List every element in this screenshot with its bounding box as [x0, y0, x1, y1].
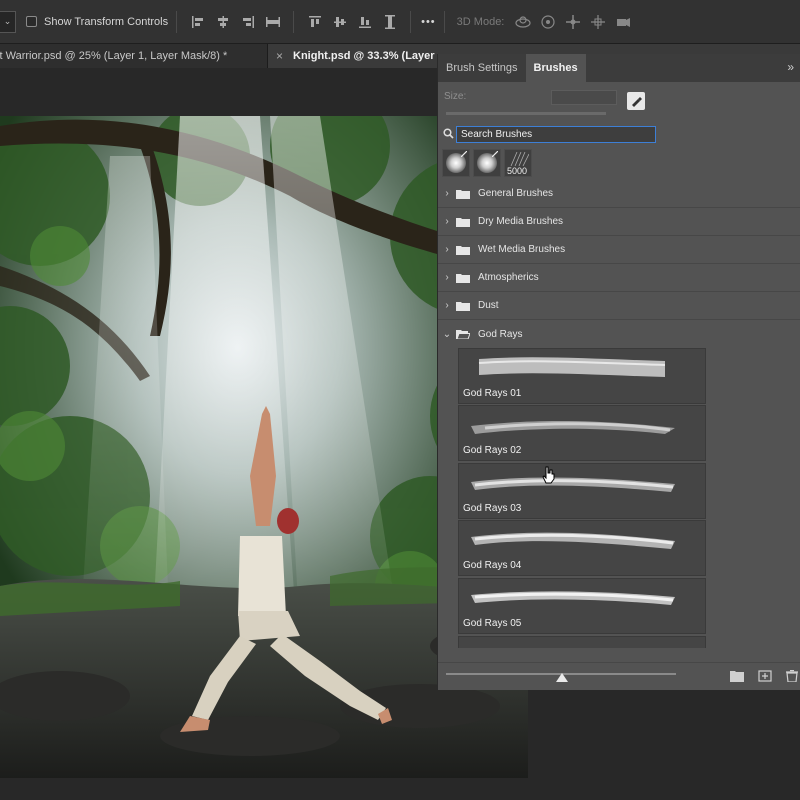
brush-name: God Rays 03	[463, 503, 522, 514]
brush-group-atmospherics[interactable]: › Atmospherics	[438, 264, 800, 292]
panel-tab-bar: Brush Settings Brushes »	[438, 54, 800, 82]
brush-stroke-preview	[471, 591, 675, 605]
chevron-right-icon[interactable]: ›	[438, 300, 456, 311]
folder-icon	[456, 189, 470, 199]
preview-size-slider-thumb[interactable]	[556, 673, 568, 682]
folder-icon	[456, 217, 470, 227]
brush-item-god-rays-04[interactable]: God Rays 04	[458, 520, 706, 576]
pen-pressure-icon	[492, 151, 498, 157]
folder-icon	[456, 245, 470, 255]
align-right-icon[interactable]	[235, 11, 260, 33]
orbit-3d-icon[interactable]	[510, 11, 535, 33]
align-bottom-icon[interactable]	[352, 11, 377, 33]
search-row	[438, 124, 800, 146]
tab-brushes[interactable]: Brushes	[525, 54, 586, 82]
chevron-down-icon[interactable]: ⌄	[438, 329, 456, 340]
search-icon	[443, 128, 454, 139]
brushes-panel: Brush Settings Brushes » Size: 5000 › Ge…	[437, 54, 800, 690]
folder-open-icon	[456, 330, 470, 339]
scale-3d-icon[interactable]	[610, 11, 635, 33]
group-label: God Rays	[478, 328, 523, 340]
chevron-right-icon[interactable]: ›	[438, 244, 456, 255]
more-options-icon[interactable]: •••	[421, 16, 436, 28]
3d-mode-label: 3D Mode:	[456, 15, 505, 28]
show-transform-controls-checkbox[interactable]	[26, 16, 37, 27]
new-group-folder-icon[interactable]	[730, 670, 744, 682]
group-label: Atmospherics	[478, 272, 539, 283]
brush-name: God Rays 05	[463, 618, 522, 629]
brush-icon	[632, 97, 642, 107]
align-top-icon[interactable]	[302, 11, 327, 33]
panel-collapse-icon[interactable]: »	[787, 60, 794, 74]
group-label: Wet Media Brushes	[478, 244, 566, 255]
brush-stroke-preview	[471, 421, 675, 434]
brush-group-general[interactable]: › General Brushes	[438, 180, 800, 208]
brush-name: God Rays 02	[463, 445, 522, 456]
brush-group-wet-media[interactable]: › Wet Media Brushes	[438, 236, 800, 264]
tab-brush-settings[interactable]: Brush Settings	[438, 54, 526, 82]
texture-brush-icon	[510, 152, 529, 166]
distribute-icon[interactable]	[260, 11, 285, 33]
brush-name: God Rays 01	[463, 388, 522, 399]
document-tab-warrior[interactable]: st Warrior.psd @ 25% (Layer 1, Layer Mas…	[0, 44, 268, 68]
new-brush-button[interactable]	[627, 92, 645, 110]
roll-3d-icon[interactable]	[535, 11, 560, 33]
close-icon[interactable]: ×	[276, 49, 283, 63]
chevron-right-icon[interactable]: ›	[438, 272, 456, 283]
group-label: Dry Media Brushes	[478, 216, 564, 227]
brush-item-partial[interactable]	[458, 636, 706, 648]
brush-item-god-rays-03[interactable]: God Rays 03	[458, 463, 706, 519]
show-transform-controls-label: Show Transform Controls	[44, 15, 169, 28]
pan-3d-icon[interactable]	[560, 11, 585, 33]
brush-item-god-rays-05[interactable]: God Rays 05	[458, 578, 706, 634]
pen-pressure-icon	[461, 151, 467, 157]
brush-stroke-preview	[471, 477, 675, 492]
recent-brush-soft-round[interactable]	[442, 149, 470, 177]
align-center-icon[interactable]	[210, 11, 235, 33]
new-brush-icon[interactable]	[758, 670, 772, 682]
size-slider[interactable]	[446, 112, 606, 115]
panel-footer	[438, 662, 800, 690]
folder-icon	[456, 301, 470, 311]
recent-brush-soft-round-2[interactable]	[473, 149, 501, 177]
divider	[176, 10, 178, 33]
align-middle-icon[interactable]	[327, 11, 352, 33]
god-rays-brush-list: God Rays 01 God Rays 02 God Rays 03 God …	[438, 348, 800, 648]
recent-brushes: 5000	[438, 146, 800, 180]
group-label: Dust	[478, 300, 499, 311]
tool-preset-dropdown[interactable]: ⌄	[0, 10, 16, 33]
divider	[410, 10, 412, 33]
tab-title: Knight.psd @ 33.3% (Layer	[293, 50, 435, 62]
chevron-right-icon[interactable]: ›	[438, 188, 456, 199]
brush-stroke-preview	[471, 532, 675, 549]
brush-item-god-rays-01[interactable]: God Rays 01	[458, 348, 706, 404]
folder-icon	[456, 273, 470, 283]
chevron-right-icon[interactable]: ›	[438, 216, 456, 227]
brush-group-dust[interactable]: › Dust	[438, 292, 800, 320]
brush-size-value: 5000	[507, 166, 528, 176]
group-label: General Brushes	[478, 188, 554, 199]
options-bar: ⌄ Show Transform Controls ••• 3D Mode:	[0, 0, 800, 44]
tab-title: st Warrior.psd @ 25% (Layer 1, Layer Mas…	[0, 50, 228, 62]
brush-stroke-preview	[478, 357, 665, 377]
trash-icon[interactable]	[785, 670, 799, 682]
distribute-vertical-icon[interactable]	[377, 11, 402, 33]
size-row: Size:	[438, 82, 800, 124]
brush-item-god-rays-02[interactable]: God Rays 02	[458, 405, 706, 461]
align-left-icon[interactable]	[185, 11, 210, 33]
brush-group-god-rays[interactable]: ⌄ God Rays	[438, 320, 800, 348]
brush-group-dry-media[interactable]: › Dry Media Brushes	[438, 208, 800, 236]
size-input[interactable]	[551, 90, 617, 105]
brush-name: God Rays 04	[463, 560, 522, 571]
hand-cursor-icon	[542, 466, 555, 484]
size-label: Size:	[444, 91, 467, 102]
chevron-down-icon: ⌄	[3, 16, 12, 26]
divider	[293, 10, 295, 33]
slide-3d-icon[interactable]	[585, 11, 610, 33]
recent-brush-textured[interactable]: 5000	[504, 149, 532, 177]
search-brushes-input[interactable]	[456, 126, 656, 143]
divider	[443, 10, 445, 33]
brush-groups: › General Brushes › Dry Media Brushes › …	[438, 180, 800, 348]
